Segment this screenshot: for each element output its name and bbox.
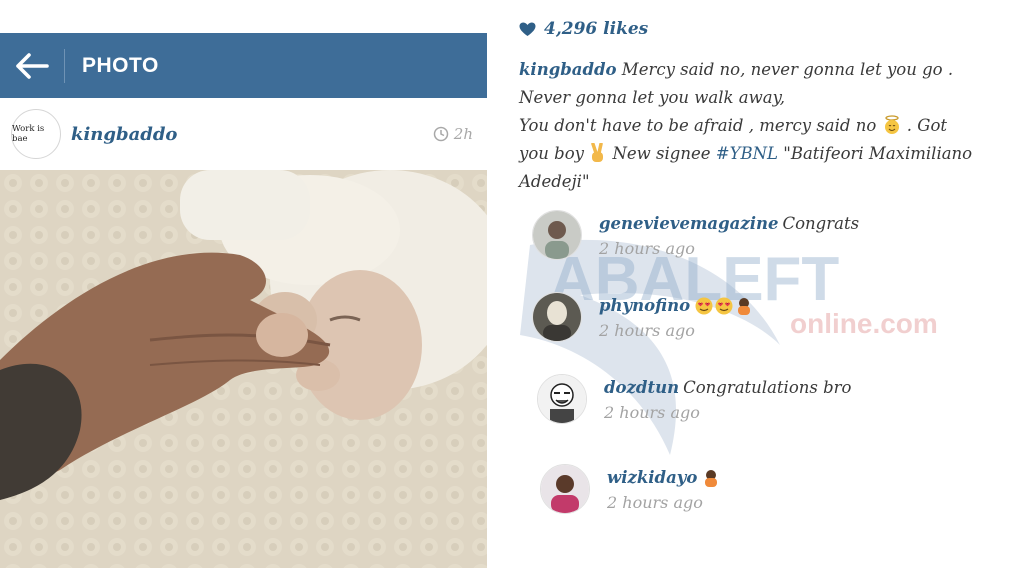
caption-hashtag[interactable]: #YBNL xyxy=(716,144,778,163)
post-photo[interactable] xyxy=(0,170,487,568)
victory-hand-emoji-icon xyxy=(591,143,604,162)
comment-time: 2 hours ago xyxy=(607,493,703,512)
comment-line: genevievemagazine Congrats xyxy=(599,212,859,236)
avatar-image xyxy=(541,465,589,513)
comment-time: 2 hours ago xyxy=(599,239,695,258)
header-divider xyxy=(64,48,65,83)
clock-icon xyxy=(433,126,449,142)
caption-line-1: Mercy said no, never gonna let you go . xyxy=(621,60,954,79)
post-time-label: 2h xyxy=(453,125,473,143)
comment-avatar[interactable] xyxy=(540,464,590,514)
person-bowing-emoji-icon xyxy=(705,470,718,487)
caption-line-5: Adedeji" xyxy=(519,172,590,191)
comment-item: wizkidayo 2 hours ago xyxy=(540,464,721,516)
comment-username[interactable]: dozdtun xyxy=(604,376,679,400)
likes-label: 4,296 likes xyxy=(544,19,649,39)
back-button[interactable] xyxy=(0,33,64,98)
heart-eyes-emoji-icon xyxy=(715,297,733,315)
comment-username[interactable]: phynofino xyxy=(599,294,690,318)
heart-eyes-emoji-icon xyxy=(695,297,713,315)
caption-line-4-mid: New signee xyxy=(612,144,711,163)
comment-avatar[interactable] xyxy=(532,292,582,342)
comment-username[interactable]: wizkidayo xyxy=(607,466,697,490)
app-header: PHOTO xyxy=(0,33,487,98)
comment-text: Congrats xyxy=(782,214,860,233)
comment-avatar[interactable] xyxy=(537,374,587,424)
comment-text: Congratulations bro xyxy=(683,378,852,397)
comment-item: phynofino 2 hours ago xyxy=(532,292,754,344)
caption-username[interactable]: kingbaddo xyxy=(519,60,617,79)
comment-avatar[interactable] xyxy=(532,210,582,260)
caption-line-4: you boy xyxy=(519,144,584,163)
avatar-image xyxy=(533,293,581,341)
avatar-image xyxy=(538,375,586,423)
comment-line: phynofino xyxy=(599,294,754,318)
heart-icon xyxy=(519,22,536,36)
page-title: PHOTO xyxy=(82,53,159,77)
caption-line-2: Never gonna let you walk away, xyxy=(519,88,785,107)
post-caption: kingbaddo Mercy said no, never gonna let… xyxy=(519,56,989,196)
comment-item: genevievemagazine Congrats 2 hours ago xyxy=(532,210,859,262)
likes-count[interactable]: 4,296 likes xyxy=(519,19,648,39)
arrow-left-icon xyxy=(16,52,49,79)
comment-time: 2 hours ago xyxy=(599,321,695,340)
post-header: Work is bae kingbaddo 2h xyxy=(0,98,487,170)
post-username[interactable]: kingbaddo xyxy=(71,124,177,145)
baby-photo-image xyxy=(0,170,487,568)
comment-item: dozdtun Congratulations bro 2 hours ago xyxy=(537,374,852,426)
comment-username[interactable]: genevievemagazine xyxy=(599,212,778,236)
comment-line: dozdtun Congratulations bro xyxy=(604,376,852,400)
angel-emoji-icon xyxy=(884,115,899,134)
caption-line-3-end: . Got xyxy=(906,116,948,135)
comment-line: wizkidayo xyxy=(607,466,721,490)
comment-time: 2 hours ago xyxy=(604,403,700,422)
caption-line-4-end: "Batifeori Maximiliano xyxy=(783,144,973,163)
caption-line-3: You don't have to be afraid , mercy said… xyxy=(519,116,877,135)
user-avatar[interactable]: Work is bae xyxy=(11,109,61,159)
person-bowing-emoji-icon xyxy=(738,298,751,315)
svg-text:online.com: online.com xyxy=(790,308,938,339)
avatar-image xyxy=(533,211,581,259)
post-time: 2h xyxy=(433,125,473,143)
